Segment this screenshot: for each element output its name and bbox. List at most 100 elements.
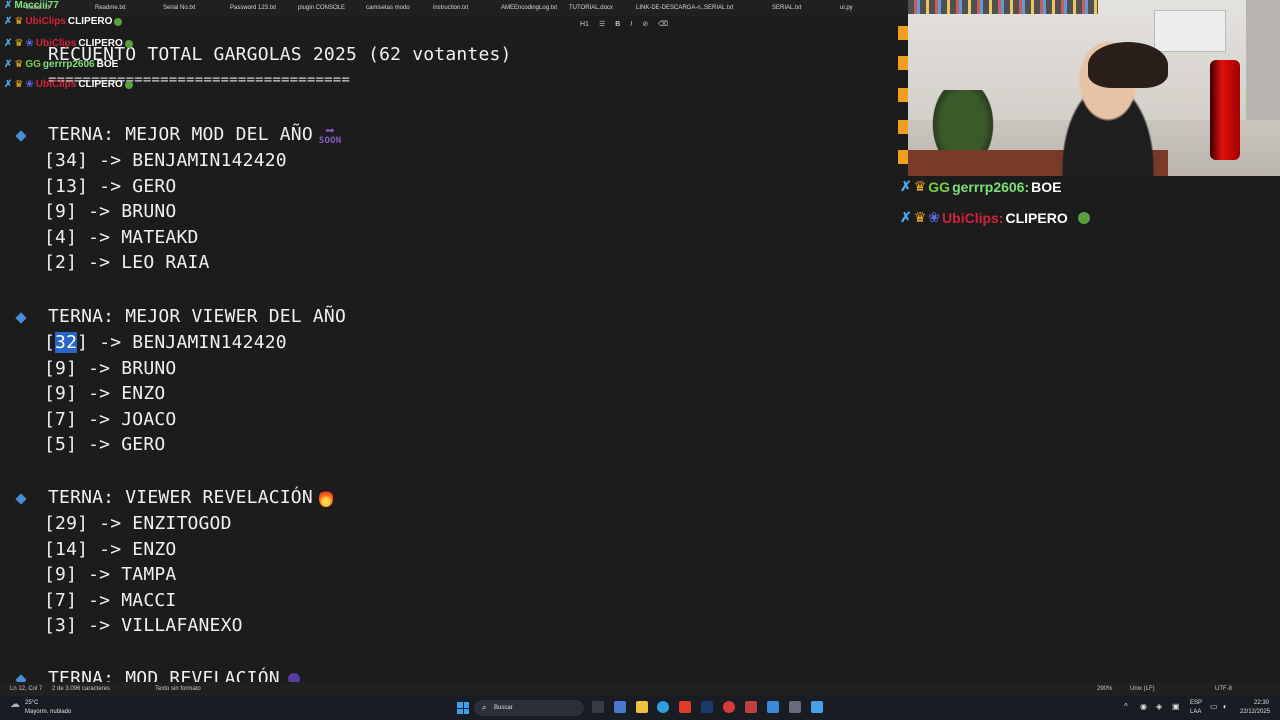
vote-line: [7] -> JOACO: [44, 409, 177, 430]
weather-icon[interactable]: ☁: [10, 699, 20, 710]
zoom-level[interactable]: 290%: [1097, 686, 1112, 692]
section-heading: TERNA: MEJOR VIEWER DEL AÑO: [48, 306, 346, 327]
microphone: [1210, 60, 1240, 160]
section-heading: TERNA: MEJOR MOD DEL AÑO ➡ SOON: [48, 120, 342, 146]
search-placeholder: Buscar: [494, 705, 513, 711]
money-bag-icon: [1077, 211, 1090, 224]
clock-time[interactable]: 22:30: [1254, 700, 1269, 706]
notepad-icon[interactable]: [811, 701, 823, 713]
sub-badge-icon: ❀: [25, 38, 34, 49]
app-icon[interactable]: [723, 701, 735, 713]
sword-badge-icon: ✗: [4, 59, 13, 70]
vote-line: [9] -> BRUNO: [44, 358, 177, 379]
crown-icon: ♛: [913, 209, 927, 225]
tab-instruction[interactable]: instruction.txt: [433, 5, 468, 11]
chat-overlay-message: ✗ ♛ GG gerrrp2606 BOE: [4, 59, 119, 70]
vote-line: [13] -> GERO: [44, 176, 177, 197]
vote-line-selected: [32] -> BENJAMIN142420: [44, 332, 287, 353]
tab-ame-log[interactable]: AMEEncodingLog.txt: [501, 5, 557, 11]
bold-button[interactable]: B: [615, 21, 620, 28]
format-indicator[interactable]: Texto sin formato: [155, 686, 201, 692]
tab-tutorial[interactable]: TUTORIAL.docx: [569, 5, 613, 11]
italic-button[interactable]: I: [630, 21, 632, 28]
vote-line: [34] -> BENJAMIN142420: [44, 150, 287, 171]
vote-line: [29] -> ENZITOGOD: [44, 513, 232, 534]
cursor-position: Ln 12, Col 7: [10, 686, 43, 692]
list-button[interactable]: ☰: [599, 20, 605, 28]
line-ending[interactable]: Unix (LF): [1130, 686, 1155, 692]
sub-badge-icon: ❀: [25, 79, 34, 90]
steam-icon[interactable]: [701, 701, 713, 713]
heading-button[interactable]: H1: [580, 21, 589, 28]
task-view-icon[interactable]: [592, 701, 604, 713]
vote-line: [9] -> TAMPA: [44, 564, 177, 585]
section-heading: TERNA: VIEWER REVELACIÓN: [48, 487, 333, 508]
tab-ui-py[interactable]: ui.py: [840, 5, 853, 11]
tab-serial-2[interactable]: SERIAL.txt: [772, 5, 801, 11]
app-icon[interactable]: [789, 701, 801, 713]
volume-icon[interactable]: ◖: [1222, 702, 1227, 711]
overlay-accent: [898, 120, 908, 134]
search-box[interactable]: ⌕ Buscar: [474, 700, 584, 716]
vote-line: [14] -> ENZO: [44, 539, 177, 560]
clear-format-button[interactable]: ⌫: [658, 20, 668, 28]
start-button[interactable]: [457, 702, 469, 714]
bullet-icon: [15, 312, 27, 324]
crown-icon: ♛: [14, 59, 24, 70]
format-toolbar: H1 ☰ B I ⊘ ⌫: [580, 18, 668, 30]
tab-plugin-console[interactable]: plugin CONSOLE: [298, 5, 345, 11]
tray-icon[interactable]: ◈: [1156, 702, 1162, 711]
tab-serial-no[interactable]: Serial No.txt: [163, 5, 196, 11]
chat-overlay-message: ✗ ♛ UbiClips CLIPERO: [4, 16, 123, 27]
tray-icon[interactable]: ◉: [1140, 702, 1147, 711]
crown-icon: ♛: [913, 178, 927, 194]
weather-desc[interactable]: Mayorm. nublado: [25, 709, 71, 715]
chat-overlay-message: ✗ ♛ ❀ UbiClips CLIPERO: [4, 38, 133, 49]
file-explorer-icon[interactable]: [636, 701, 648, 713]
tray-icon[interactable]: ▣: [1172, 702, 1180, 711]
vote-line: [4] -> MATEAKD: [44, 227, 199, 248]
language-indicator[interactable]: ESP: [1190, 700, 1202, 706]
weather-temp[interactable]: 25°C: [25, 700, 38, 706]
money-bag-icon: [114, 17, 123, 26]
chevron-up-icon[interactable]: ^: [1124, 702, 1128, 711]
encoding[interactable]: UTF-8: [1215, 686, 1232, 692]
clock-date[interactable]: 22/12/2025: [1240, 709, 1270, 715]
tab-link-descarga[interactable]: LINK-DE-DESCARGA-n...: [636, 5, 706, 11]
language-indicator-sub[interactable]: LAA: [1190, 709, 1201, 715]
overlay-accent: [898, 26, 908, 40]
calendar-icon[interactable]: [745, 701, 757, 713]
crown-icon: ♛: [14, 79, 24, 90]
brave-icon[interactable]: [679, 701, 691, 713]
overlay-accent: [898, 88, 908, 102]
network-icon[interactable]: ▭: [1210, 702, 1218, 711]
sword-badge-icon: ✗: [4, 16, 13, 27]
vote-line: [9] -> ENZO: [44, 383, 166, 404]
tab-serial-1[interactable]: SERIAL.txt: [704, 5, 733, 11]
sub-badge-icon: ❀: [928, 209, 941, 225]
text-editor[interactable]: RECUENTO TOTAL GARGOLAS 2025 (62 votante…: [0, 30, 908, 682]
overlay-accent: [898, 56, 908, 70]
money-bag-icon: [124, 39, 133, 48]
widgets-icon[interactable]: [614, 701, 626, 713]
tab-password[interactable]: Password 123.txt: [230, 5, 276, 11]
christmas-lights: [908, 0, 1098, 14]
taskbar: ☁ 25°C Mayorm. nublado ⌕ Buscar ^ ◉ ◈ ▣ …: [0, 696, 1280, 720]
sword-badge-icon: ✗: [4, 79, 13, 90]
vote-line: [7] -> MACCI: [44, 590, 177, 611]
vote-line: [2] -> LEO RAIA: [44, 252, 210, 273]
overlay-accent: [898, 150, 908, 164]
gg-badge-icon: GG: [25, 59, 41, 70]
vscode-icon[interactable]: [767, 701, 779, 713]
bullet-icon: [15, 674, 27, 682]
tab-readme[interactable]: Readme.txt: [95, 5, 126, 11]
sword-badge-icon: ✗: [900, 209, 912, 225]
sword-badge-icon: ✗: [900, 178, 912, 194]
tab-bar: install.txt Readme.txt Serial No.txt Pas…: [0, 0, 908, 16]
fire-icon: [318, 489, 333, 507]
text-selection: 32: [55, 332, 78, 353]
tab-camisetas[interactable]: camisetas modo: [366, 5, 410, 11]
search-icon: ⌕: [482, 703, 487, 712]
link-button[interactable]: ⊘: [642, 20, 648, 28]
edge-icon[interactable]: [657, 701, 669, 713]
